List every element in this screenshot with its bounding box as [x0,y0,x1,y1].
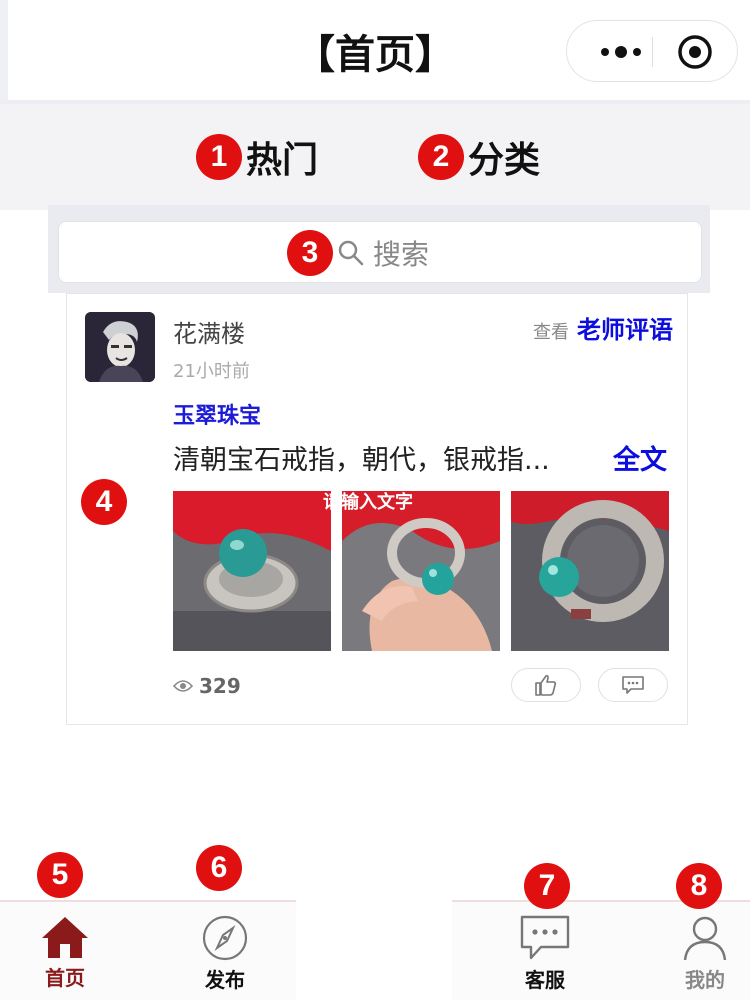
annotation-badge: 5 [37,852,83,898]
post-excerpt: 清朝宝石戒指，朝代，银戒指... [173,445,550,476]
nav-item-publish[interactable]: 发布 [170,914,280,993]
nav-item-service[interactable]: 客服 [490,914,600,993]
post-photo[interactable] [342,491,500,651]
mini-program-capsule [566,20,738,82]
user-icon [683,916,727,961]
annotation-badge: 6 [196,845,242,891]
nav-label: 首页 [45,966,85,990]
eye-icon [173,680,193,692]
home-icon [42,917,88,958]
comment-button[interactable] [598,668,668,702]
nav-label: 我的 [685,968,725,992]
nav-item-mine[interactable]: 我的 [650,914,750,993]
annotation-badge: 8 [676,863,722,909]
tab-label: 热门 [246,140,319,181]
avatar[interactable] [85,312,155,382]
tab-category[interactable]: 2 分类 [418,132,540,182]
bottom-tab-bar: 首页 发布 客服 我的 5 6 7 8 [0,845,750,1000]
like-button[interactable] [511,668,581,702]
search-input[interactable]: 3 搜索 [58,221,702,283]
target-icon[interactable] [677,34,713,70]
chat-icon [520,915,570,960]
search-area: 3 搜索 [48,205,710,293]
tab-bar: 1 热门 2 分类 [0,100,750,210]
annotation-badge: 1 [196,134,242,180]
photo-gallery [173,491,669,651]
review-prefix: 查看 [533,322,569,343]
author-name[interactable]: 花满楼 [173,314,245,349]
post-card[interactable]: 花满楼 21小时前 查看 老师评语 玉翠珠宝 清朝宝石戒指，朝代，银戒指... … [66,293,688,725]
category-tag[interactable]: 玉翠珠宝 [173,398,261,430]
tab-hot[interactable]: 1 热门 [196,132,318,182]
compass-icon [202,915,248,961]
capsule-divider [652,37,653,67]
comment-icon [622,676,644,694]
thumbs-up-icon [535,674,557,696]
nav-label: 发布 [205,968,245,992]
nav-item-home[interactable]: 首页 [10,914,120,991]
more-dots-icon[interactable] [591,36,651,68]
annotation-badge: 3 [287,230,333,276]
review-link[interactable]: 老师评语 [577,310,673,345]
view-count-value: 329 [199,674,241,698]
full-text-link[interactable]: 全文 [613,438,667,477]
tab-label: 分类 [468,140,541,181]
post-photo[interactable] [173,491,331,651]
avatar-image [85,312,155,382]
annotation-badge: 2 [418,134,464,180]
teacher-review[interactable]: 查看 老师评语 [533,310,673,345]
page: 【首页】 1 热门 2 分类 3 搜索 花满楼 21小时前 查看 老师评语 玉翠… [0,0,750,1000]
image-overlay-text: 请输入文字 [323,492,413,513]
post-time: 21小时前 [173,361,250,382]
annotation-badge: 7 [524,863,570,909]
post-photo[interactable] [511,491,669,651]
search-placeholder: 搜索 [373,238,430,271]
view-count: 329 [173,674,241,698]
search-icon [338,240,364,266]
annotation-badge: 4 [81,479,127,525]
nav-label: 客服 [525,968,565,992]
navigation-bar: 【首页】 [0,0,750,100]
